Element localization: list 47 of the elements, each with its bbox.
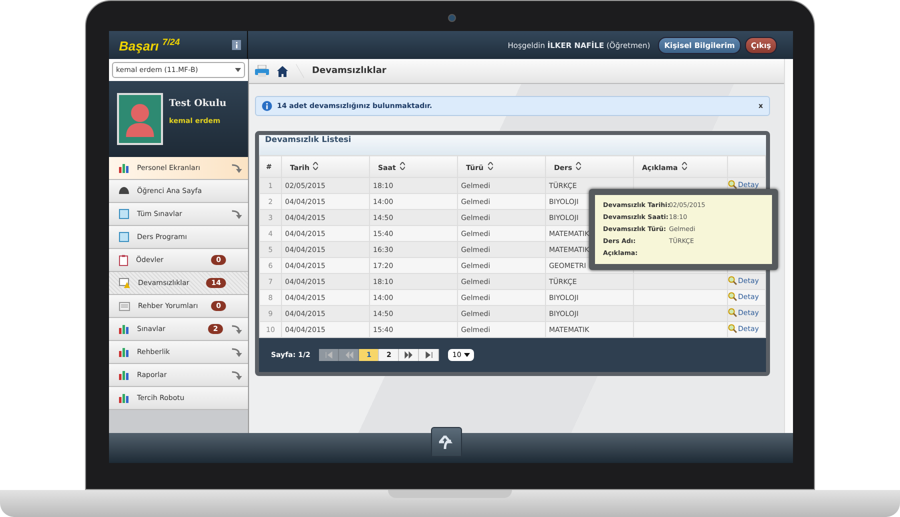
last-page-button[interactable] — [419, 349, 440, 361]
first-arrow-icon — [324, 350, 334, 360]
curved-arrow-icon — [231, 162, 242, 174]
avatar-icon — [117, 93, 163, 145]
warning-icon — [119, 278, 130, 288]
school-name: Test Okulu — [169, 98, 226, 108]
magnifier-icon — [728, 180, 737, 189]
window-icon — [119, 209, 129, 219]
page-title: Devamsızlıklar — [312, 66, 386, 76]
next-arrow-icon — [404, 350, 414, 360]
curved-arrow-icon — [231, 208, 242, 220]
magnifier-icon — [728, 308, 737, 317]
home-icon[interactable] — [277, 66, 288, 76]
camera-icon — [448, 14, 456, 22]
up-arrow-icon — [438, 434, 454, 450]
last-arrow-icon — [424, 350, 434, 360]
chart-icon — [119, 393, 129, 403]
clipboard-icon — [119, 254, 128, 266]
card-icon — [119, 302, 130, 310]
panel-title: Devamsızlık Listesi — [259, 135, 766, 155]
scroll-top-button[interactable] — [431, 427, 462, 457]
next-page-button[interactable] — [399, 349, 420, 361]
magnifier-icon — [728, 276, 737, 285]
caret-icon — [464, 353, 470, 357]
curved-arrow-icon — [231, 370, 242, 380]
info-icon — [262, 101, 272, 111]
chart-icon — [119, 370, 129, 380]
sort-icon — [313, 162, 318, 170]
chart-icon — [119, 163, 129, 173]
sort-icon — [576, 162, 582, 170]
sort-icon — [488, 162, 493, 170]
printer-icon[interactable] — [255, 65, 269, 77]
caret-icon — [235, 68, 241, 72]
magnifier-icon — [728, 324, 737, 333]
prev-arrow-icon — [344, 350, 354, 360]
window-icon — [119, 232, 129, 242]
curved-arrow-icon — [231, 346, 242, 358]
sort-icon — [682, 162, 687, 170]
chart-icon — [119, 324, 129, 334]
app-logo: Başarı $^{7/24}$ — [119, 36, 180, 54]
helmet-icon — [119, 187, 129, 195]
magnifier-icon — [728, 292, 737, 301]
scrollbar[interactable] — [784, 59, 793, 433]
curved-arrow-icon — [231, 324, 242, 334]
sort-icon — [400, 162, 405, 170]
chart-icon — [119, 347, 129, 357]
info-icon[interactable] — [232, 40, 241, 50]
